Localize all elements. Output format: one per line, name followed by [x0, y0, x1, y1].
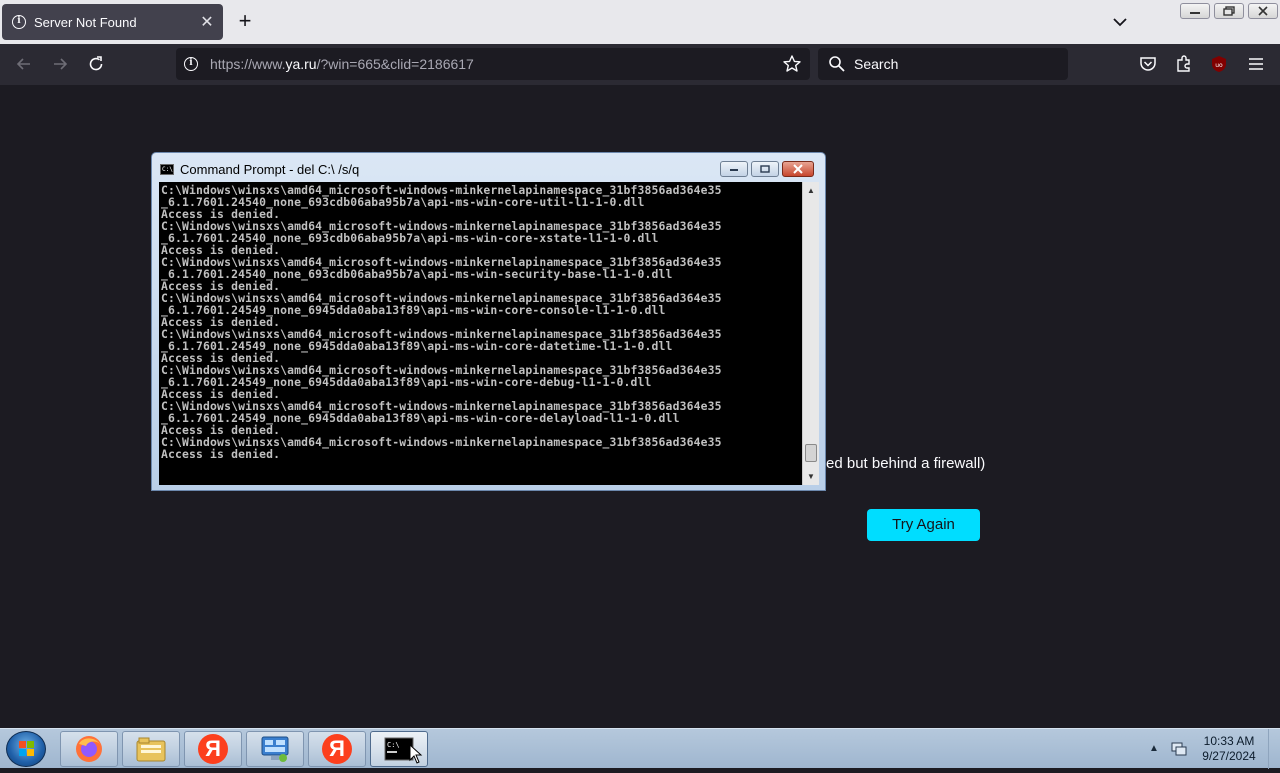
show-desktop-button[interactable]	[1268, 729, 1280, 769]
search-placeholder: Search	[854, 56, 899, 72]
close-window-button[interactable]	[1248, 3, 1278, 19]
cmd-scrollbar[interactable]: ▲ ▼	[802, 182, 819, 485]
clock-date: 9/27/2024	[1202, 749, 1256, 763]
svg-text:C:\: C:\	[387, 741, 400, 749]
url-text[interactable]: https://www.ya.ru/?win=665&clid=2186617	[210, 56, 782, 72]
list-all-tabs-icon[interactable]	[1110, 12, 1130, 32]
cmd-minimize-button[interactable]	[720, 161, 748, 177]
taskbar-firefox[interactable]	[60, 731, 118, 767]
menu-icon[interactable]	[1246, 54, 1266, 74]
taskbar-command-prompt[interactable]: C:\	[370, 731, 428, 767]
restore-icon	[1223, 6, 1235, 16]
reload-icon[interactable]	[86, 54, 106, 74]
show-hidden-icons-icon[interactable]: ▲	[1149, 743, 1159, 754]
new-tab-button[interactable]: +	[233, 10, 257, 34]
cmd-window-controls	[720, 161, 814, 177]
tab-strip: i Server Not Found ✕ +	[0, 0, 1280, 44]
site-info-icon[interactable]: i	[184, 57, 198, 71]
search-bar[interactable]: Search	[818, 48, 1068, 80]
control-panel-icon	[261, 736, 289, 762]
url-bar[interactable]: i https://www.ya.ru/?win=665&clid=218661…	[176, 48, 810, 80]
url-suffix: /?win=665&clid=2186617	[316, 56, 474, 72]
url-prefix: https://www.	[210, 56, 286, 72]
mouse-cursor-icon	[409, 744, 423, 764]
scroll-thumb[interactable]	[805, 444, 817, 462]
clock-time: 10:33 AM	[1203, 734, 1255, 748]
search-icon	[829, 56, 845, 72]
taskbar: Я Я C:\ ▲ 10:33 AM 9/27/2024	[0, 728, 1280, 769]
navigation-toolbar: i https://www.ya.ru/?win=665&clid=218661…	[0, 44, 1280, 85]
close-icon	[793, 164, 803, 174]
minimize-icon	[1190, 12, 1200, 14]
error-hint-text: ed but behind a firewall)	[826, 455, 986, 472]
extensions-icon[interactable]	[1174, 54, 1194, 74]
minimize-button[interactable]	[1180, 3, 1210, 19]
taskbar-yandex-1[interactable]: Я	[184, 731, 242, 767]
minimize-icon	[730, 169, 738, 171]
close-icon	[1258, 6, 1268, 16]
file-explorer-icon	[136, 737, 166, 762]
scroll-up-icon[interactable]: ▲	[803, 182, 819, 199]
restore-button[interactable]	[1214, 3, 1244, 19]
maximize-icon	[760, 165, 770, 173]
tab-title: Server Not Found	[34, 14, 137, 30]
command-prompt-icon: C:\	[160, 163, 174, 175]
tab-server-not-found[interactable]: i Server Not Found ✕	[2, 4, 223, 40]
console-line: Access is denied.	[161, 447, 281, 461]
url-domain: ya.ru	[285, 56, 317, 72]
windows-logo-icon	[19, 741, 34, 756]
start-button[interactable]	[6, 731, 46, 767]
command-prompt-window[interactable]: C:\ Command Prompt - del C:\ /s/q C:\Win…	[151, 152, 826, 491]
cmd-title: Command Prompt - del C:\ /s/q	[180, 161, 360, 177]
scroll-down-icon[interactable]: ▼	[803, 468, 819, 485]
try-again-button[interactable]: Try Again	[867, 509, 980, 541]
pocket-icon[interactable]	[1138, 54, 1158, 74]
yandex-icon: Я	[322, 734, 352, 764]
window-controls	[1180, 3, 1278, 19]
console-output[interactable]: C:\Windows\winsxs\amd64_microsoft-window…	[159, 182, 802, 485]
yandex-icon: Я	[198, 734, 228, 764]
bookmark-star-icon[interactable]	[782, 54, 802, 74]
cmd-close-button[interactable]	[782, 161, 814, 177]
taskbar-file-explorer[interactable]	[122, 731, 180, 767]
back-icon[interactable]	[14, 54, 34, 74]
forward-icon[interactable]	[50, 54, 70, 74]
taskbar-clock[interactable]: 10:33 AM 9/27/2024	[1196, 734, 1262, 764]
ublock-origin-icon[interactable]: uo	[1209, 54, 1229, 74]
taskbar-control-panel[interactable]	[246, 731, 304, 767]
taskbar-yandex-2[interactable]: Я	[308, 731, 366, 767]
cmd-title-bar[interactable]: C:\ Command Prompt - del C:\ /s/q	[160, 159, 359, 179]
tab-close-icon[interactable]: ✕	[197, 12, 217, 32]
network-icon[interactable]	[1170, 741, 1188, 757]
svg-text:uo: uo	[1215, 62, 1223, 69]
info-icon: i	[12, 15, 26, 29]
cmd-maximize-button[interactable]	[751, 161, 779, 177]
firefox-icon	[76, 736, 102, 762]
